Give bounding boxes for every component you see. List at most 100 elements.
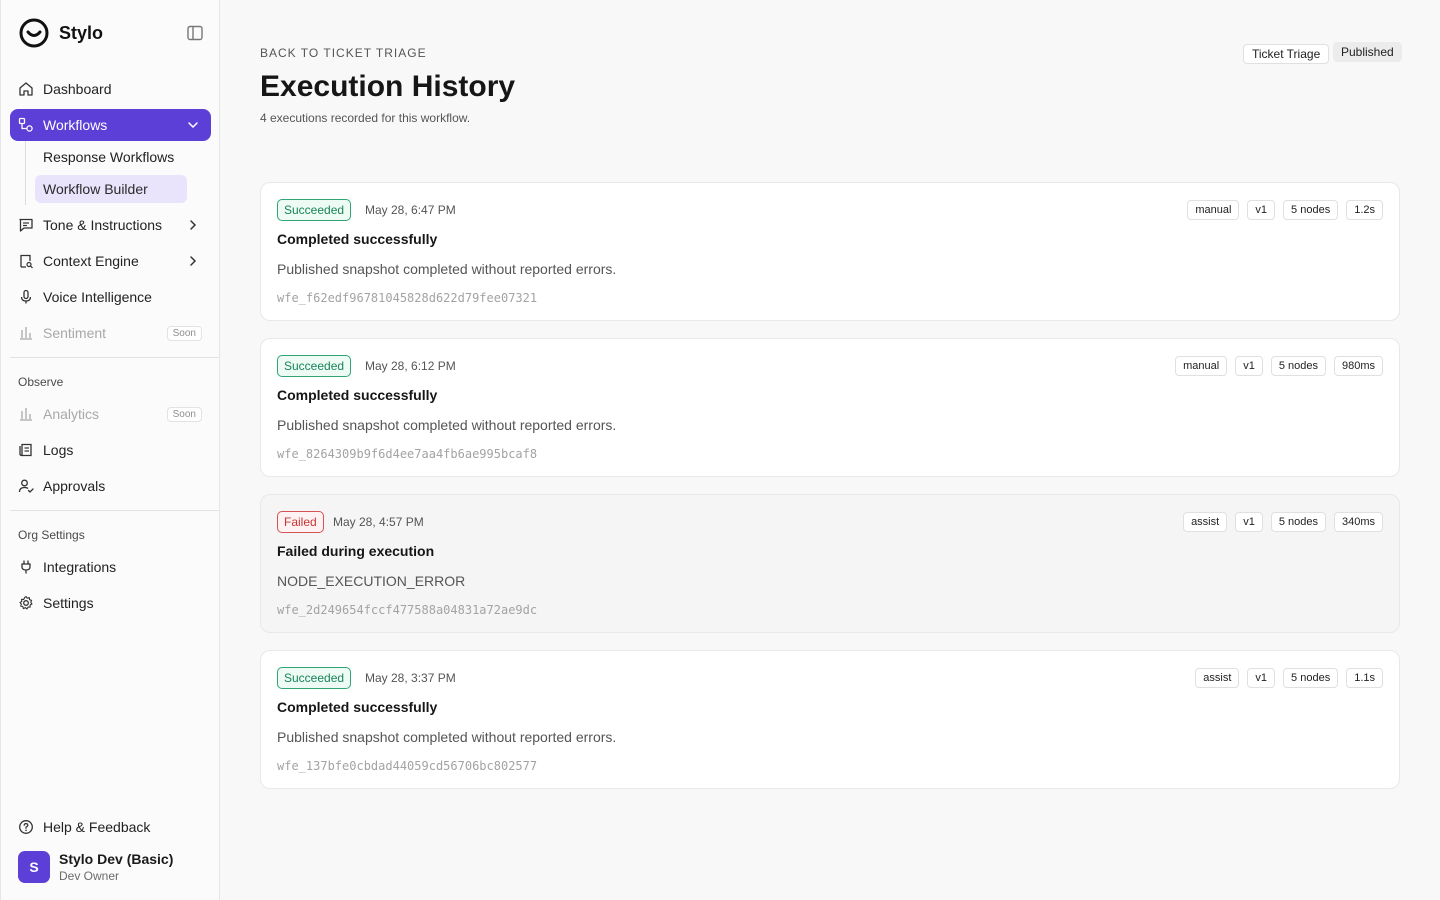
execution-meta-chips: assist v1 5 nodes 1.1s xyxy=(1195,668,1383,688)
execution-description: Published snapshot completed without rep… xyxy=(277,261,617,277)
home-icon xyxy=(19,82,33,96)
sub-item-label: Response Workflows xyxy=(43,149,175,165)
soon-badge: Soon xyxy=(166,326,202,341)
nodes-chip: 5 nodes xyxy=(1270,512,1326,532)
version-chip: v1 xyxy=(1235,356,1263,376)
sidebar-divider xyxy=(10,510,219,511)
section-label-observe: Observe xyxy=(18,375,64,389)
nav-logs[interactable]: Logs xyxy=(10,434,211,466)
section-label-org-settings: Org Settings xyxy=(18,528,85,542)
sub-item-response-workflows[interactable]: Response Workflows xyxy=(35,143,187,171)
version-chip: v1 xyxy=(1247,200,1276,220)
execution-id: wfe_8264309b9f6d4ee7aa4fb6ae995bcaf8 xyxy=(277,447,538,461)
execution-title: Completed successfully xyxy=(277,387,438,403)
page-subtitle: 4 executions recorded for this workflow. xyxy=(260,111,471,125)
user-check-icon xyxy=(18,479,34,493)
gear-icon xyxy=(19,595,33,610)
version-chip: v1 xyxy=(1235,512,1263,532)
execution-id: wfe_137bfe0cbdad44059cd56706bc802577 xyxy=(277,759,538,773)
execution-card[interactable]: Succeeded May 28, 6:47 PM manual v1 5 no… xyxy=(260,182,1400,321)
execution-card[interactable]: Succeeded May 28, 6:12 PM manual v1 5 no… xyxy=(260,338,1400,477)
nav-integrations-label: Integrations xyxy=(43,559,117,575)
mic-icon xyxy=(20,289,32,304)
nodes-chip: 5 nodes xyxy=(1270,356,1326,376)
message-icon xyxy=(19,218,33,232)
execution-title: Failed during execution xyxy=(277,543,435,559)
nav-workflows[interactable]: Workflows xyxy=(10,109,211,141)
status-badge-succeeded: Succeeded xyxy=(277,199,352,221)
trigger-chip: assist xyxy=(1183,512,1228,532)
execution-meta-chips: manual v1 5 nodes 1.2s xyxy=(1187,200,1383,220)
help-feedback-link[interactable]: Help & Feedback xyxy=(10,811,211,843)
nav-analytics-label: Analytics xyxy=(43,406,100,422)
plug-icon xyxy=(21,560,31,574)
execution-time: May 28, 6:47 PM xyxy=(365,203,456,217)
duration-chip: 980ms xyxy=(1333,356,1383,376)
nav-approvals[interactable]: Approvals xyxy=(10,470,211,502)
nav-context-engine[interactable]: Context Engine xyxy=(10,245,211,277)
execution-card[interactable]: Succeeded May 28, 3:37 PM assist v1 5 no… xyxy=(260,650,1400,789)
execution-time: May 28, 4:57 PM xyxy=(333,515,424,529)
nav-dashboard-label: Dashboard xyxy=(43,81,112,97)
nav-workflows-label: Workflows xyxy=(43,117,108,133)
help-label: Help & Feedback xyxy=(43,819,151,835)
chevron-down-icon[interactable] xyxy=(185,117,201,133)
sidebar-toggle-icon[interactable] xyxy=(186,24,204,42)
nav-settings-label: Settings xyxy=(43,595,94,611)
execution-time: May 28, 6:12 PM xyxy=(365,359,456,373)
nodes-chip: 5 nodes xyxy=(1283,200,1339,220)
bar-chart-icon xyxy=(20,327,32,340)
sub-item-workflow-builder[interactable]: Workflow Builder xyxy=(35,175,187,203)
nav-sentiment-label: Sentiment xyxy=(43,325,107,341)
sidebar-divider xyxy=(10,357,219,358)
sub-item-label: Workflow Builder xyxy=(43,181,148,197)
trigger-chip: manual xyxy=(1175,356,1228,376)
nav-voice-intelligence[interactable]: Voice Intelligence xyxy=(10,281,211,313)
duration-chip: 340ms xyxy=(1333,512,1383,532)
sidebar: Stylo Dashboard Workflows Response Workf… xyxy=(0,0,220,900)
stylo-logo-icon xyxy=(19,18,49,48)
execution-meta-chips: manual v1 5 nodes 980ms xyxy=(1175,356,1383,376)
execution-title: Completed successfully xyxy=(277,231,438,247)
duration-chip: 1.2s xyxy=(1346,200,1383,220)
avatar: S xyxy=(18,851,50,883)
nav-integrations[interactable]: Integrations xyxy=(10,551,211,583)
execution-id: wfe_2d249654fccf477588a04831a72ae9dc xyxy=(277,603,538,617)
duration-chip: 1.1s xyxy=(1346,668,1383,688)
execution-time: May 28, 3:37 PM xyxy=(365,671,456,685)
status-badge: Published xyxy=(1333,42,1402,62)
execution-error-code: NODE_EXECUTION_ERROR xyxy=(277,573,466,589)
nodes-chip: 5 nodes xyxy=(1283,668,1339,688)
nav-sentiment: Sentiment Soon xyxy=(10,317,211,349)
brand-name: Stylo xyxy=(59,22,104,43)
nav-dashboard[interactable]: Dashboard xyxy=(10,73,211,105)
user-profile[interactable]: S Stylo Dev (Basic) Dev Owner xyxy=(18,851,173,883)
status-badge-succeeded: Succeeded xyxy=(277,355,352,377)
trigger-chip: assist xyxy=(1195,668,1240,688)
execution-description: Published snapshot completed without rep… xyxy=(277,729,617,745)
nav-settings[interactable]: Settings xyxy=(10,587,211,619)
workflow-icon xyxy=(18,117,33,132)
nav-tone-label: Tone & Instructions xyxy=(43,217,163,233)
chevron-right-icon[interactable] xyxy=(185,253,201,269)
bar-chart-icon xyxy=(20,408,32,421)
workflow-name-tag: Ticket Triage xyxy=(1243,44,1330,64)
nav-analytics: Analytics Soon xyxy=(10,398,211,430)
logs-icon xyxy=(19,443,32,457)
execution-id: wfe_f62edf96781045828d622d79fee07321 xyxy=(277,291,538,305)
book-search-icon xyxy=(20,254,33,269)
execution-description: Published snapshot completed without rep… xyxy=(277,417,617,433)
execution-card[interactable]: Failed May 28, 4:57 PM assist v1 5 nodes… xyxy=(260,494,1400,633)
status-badge-succeeded: Succeeded xyxy=(277,667,352,689)
nav-context-label: Context Engine xyxy=(43,253,139,269)
execution-meta-chips: assist v1 5 nodes 340ms xyxy=(1183,512,1383,532)
chevron-right-icon[interactable] xyxy=(185,217,201,233)
soon-badge: Soon xyxy=(166,407,202,422)
help-circle-icon xyxy=(19,820,33,834)
submenu-guide-line xyxy=(25,141,26,205)
back-to-ticket-triage-link[interactable]: BACK TO TICKET TRIAGE xyxy=(260,46,427,60)
execution-title: Completed successfully xyxy=(277,699,438,715)
user-name: Stylo Dev (Basic) xyxy=(59,851,174,867)
nav-tone-instructions[interactable]: Tone & Instructions xyxy=(10,209,211,241)
brand[interactable]: Stylo xyxy=(19,18,103,48)
